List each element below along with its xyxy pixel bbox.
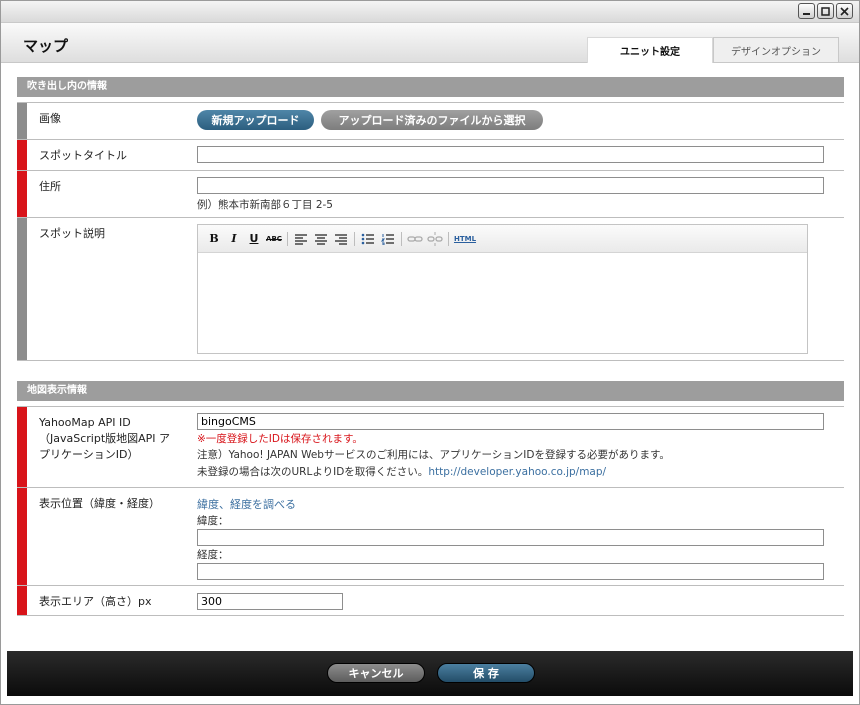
- insert-link-button[interactable]: [405, 230, 425, 248]
- api-id-label-line2: （JavaScript版地図API ア: [39, 432, 171, 445]
- maximize-icon: [821, 6, 830, 16]
- page-title: マップ: [23, 37, 69, 55]
- editor-body[interactable]: [198, 253, 807, 353]
- lookup-latlng-link[interactable]: 緯度、経度を調べる: [197, 496, 296, 512]
- address-label: 住所: [39, 180, 61, 193]
- new-upload-button[interactable]: 新規アップロード: [197, 110, 314, 130]
- api-id-note: 注意）Yahoo! JAPAN Webサービスのご利用には、アプリケーションID…: [197, 449, 670, 461]
- minimize-button[interactable]: [798, 3, 815, 19]
- dialog-footer: キャンセル 保 存: [7, 651, 853, 696]
- rich-text-editor: B I U ABC HTML: [197, 224, 808, 354]
- form-content: 吹き出し内の情報 画像 新規アップロード アップロード済みのファイルから選択 ス…: [17, 77, 844, 616]
- required-marker: [17, 140, 27, 170]
- italic-button[interactable]: I: [224, 230, 244, 248]
- link-icon: [407, 235, 423, 242]
- address-example: 例）熊本市新南部６丁目 2-5: [197, 199, 333, 211]
- area-height-label: 表示エリア（高さ）px: [39, 595, 152, 608]
- toolbar-separator: [287, 231, 288, 246]
- bold-button[interactable]: B: [204, 230, 224, 248]
- latitude-label: 緯度：: [197, 515, 229, 527]
- optional-marker: [17, 103, 27, 139]
- row-api-id: YahooMap API ID （JavaScript版地図API ア プリケー…: [17, 406, 844, 488]
- api-id-label: YahooMap API ID （JavaScript版地図API ア プリケー…: [39, 415, 189, 463]
- tab-design-options[interactable]: デザインオプション: [713, 37, 839, 62]
- align-left-icon: [295, 233, 307, 245]
- toolbar-separator: [354, 231, 355, 246]
- strikethrough-button[interactable]: ABC: [264, 230, 284, 248]
- image-buttons: 新規アップロード アップロード済みのファイルから選択: [197, 110, 543, 130]
- latitude-input[interactable]: [197, 529, 824, 546]
- section-header-balloon: 吹き出し内の情報: [17, 77, 844, 97]
- bullet-list-icon: [361, 233, 374, 244]
- align-center-button[interactable]: [311, 230, 331, 248]
- api-id-warning: ※一度登録したIDは保存されます。: [197, 433, 363, 445]
- yahoo-developer-link[interactable]: http://developer.yahoo.co.jp/map/: [428, 466, 606, 478]
- cancel-button[interactable]: キャンセル: [327, 663, 425, 683]
- html-source-button[interactable]: HTML: [452, 230, 478, 248]
- api-id-url-text: 未登録の場合は次のURLよりIDを取得ください。: [197, 466, 429, 478]
- toolbar-separator: [448, 231, 449, 246]
- spot-description-label: スポット説明: [39, 227, 105, 240]
- numbered-list-icon: [381, 233, 394, 245]
- tab-unit-settings[interactable]: ユニット設定: [587, 37, 713, 63]
- row-position: 表示位置（緯度・経度） 緯度、経度を調べる 緯度： 経度：: [17, 488, 844, 586]
- select-uploaded-file-button[interactable]: アップロード済みのファイルから選択: [321, 110, 543, 130]
- section-header-map: 地図表示情報: [17, 381, 844, 401]
- minimize-icon: [803, 12, 810, 15]
- close-icon: [840, 6, 849, 16]
- footer-buttons: キャンセル 保 存: [327, 663, 535, 683]
- dialog-header: マップ ユニット設定 デザインオプション: [1, 23, 859, 63]
- api-id-url-note: 未登録の場合は次のURLよりIDを取得ください。http://developer…: [197, 464, 606, 479]
- row-spot-title: スポットタイトル: [17, 140, 844, 171]
- api-id-label-line3: プリケーションID）: [39, 448, 139, 461]
- numbered-list-button[interactable]: [378, 230, 398, 248]
- unlink-icon: [427, 231, 443, 246]
- address-input[interactable]: [197, 177, 824, 194]
- toolbar-separator: [401, 231, 402, 246]
- editor-toolbar: B I U ABC HTML: [198, 225, 807, 253]
- window-controls: [798, 3, 853, 19]
- required-marker: [17, 488, 27, 585]
- close-button[interactable]: [836, 3, 853, 19]
- required-marker: [17, 171, 27, 217]
- spot-title-label: スポットタイトル: [39, 149, 127, 162]
- required-marker: [17, 586, 27, 615]
- align-right-icon: [335, 233, 347, 245]
- remove-link-button[interactable]: [425, 230, 445, 248]
- area-height-input[interactable]: [197, 593, 343, 610]
- row-image: 画像 新規アップロード アップロード済みのファイルから選択: [17, 102, 844, 140]
- underline-button[interactable]: U: [244, 230, 264, 248]
- position-label: 表示位置（緯度・経度）: [39, 497, 160, 510]
- align-right-button[interactable]: [331, 230, 351, 248]
- row-spot-description: スポット説明 B I U ABC HTML: [17, 218, 844, 361]
- save-button[interactable]: 保 存: [437, 663, 535, 683]
- row-area-height: 表示エリア（高さ）px: [17, 586, 844, 616]
- api-id-label-line1: YahooMap API ID: [39, 416, 131, 429]
- api-id-input[interactable]: [197, 413, 824, 430]
- align-left-button[interactable]: [291, 230, 311, 248]
- window-titlebar: [1, 1, 859, 23]
- longitude-input[interactable]: [197, 563, 824, 580]
- spot-title-input[interactable]: [197, 146, 824, 163]
- optional-marker: [17, 218, 27, 360]
- bullet-list-button[interactable]: [358, 230, 378, 248]
- align-center-icon: [315, 233, 327, 245]
- required-marker: [17, 407, 27, 487]
- image-label: 画像: [39, 112, 61, 125]
- maximize-button[interactable]: [817, 3, 834, 19]
- longitude-label: 経度：: [197, 549, 229, 561]
- dialog-window: マップ ユニット設定 デザインオプション 吹き出し内の情報 画像 新規アップロー…: [0, 0, 860, 705]
- tab-bar: ユニット設定 デザインオプション: [587, 37, 839, 63]
- row-address: 住所 例）熊本市新南部６丁目 2-5: [17, 171, 844, 218]
